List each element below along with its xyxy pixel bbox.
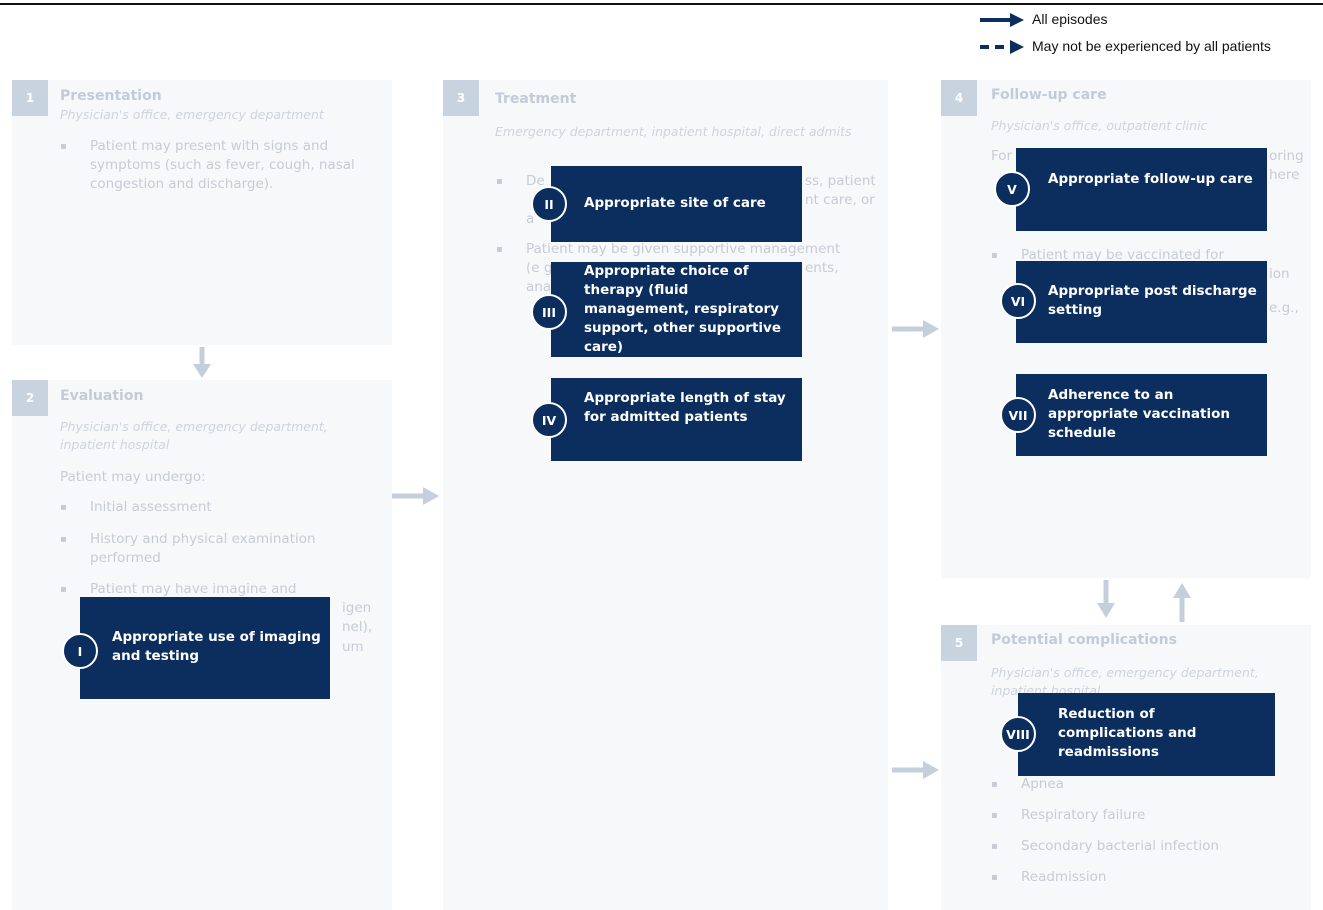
measure-box-ii: Appropriate site of care [551,166,802,242]
text-fragment: nel), [342,619,373,635]
measure-label: Appropriate follow-up care [1048,171,1253,187]
arrow-right-icon [892,761,939,779]
text-fragment: ents, [805,260,839,276]
text-fragment: here [1269,167,1300,183]
measure-box-iv: Appropriate length of stay for admitted … [551,378,802,461]
bullet: Secondary bacterial infection [991,837,1219,856]
dashed-arrow-icon [980,40,1024,54]
measure-numeral: VIII [1000,716,1036,752]
bullet: Respiratory failure [991,806,1145,825]
bullet: Patient may be given supportive manageme… [496,240,876,259]
panel-site: Emergency department, inpatient hospital… [495,124,852,139]
text-fragment: (e g [526,260,553,276]
measure-label: Appropriate site of care [584,195,766,211]
text-fragment: ss, patient [805,173,876,189]
arrow-down-icon [193,347,211,378]
bullet: History and physical examination perform… [60,530,370,568]
text-fragment: um [342,639,364,655]
step-number: 2 [12,380,48,416]
panel-presentation: 1 Presentation Physician's office, emerg… [12,80,392,345]
legend: All episodes May not be experienced by a… [980,10,1320,60]
arrow-right-icon [392,487,439,505]
step-number: 1 [12,80,48,116]
arrow-down-icon [1097,580,1115,618]
text-fragment: For [991,148,1013,164]
measure-box-viii: Reduction of complications and readmissi… [1018,693,1275,776]
step-number: 4 [941,80,977,116]
text-fragment: e.g., [1269,300,1299,316]
legend-dashed-label: May not be experienced by all patients [1032,38,1271,54]
text-fragment: nt care, or [805,192,875,208]
panel-site: Physician's office, outpatient clinic [991,118,1208,133]
measure-label: Appropriate post discharge setting [1048,283,1257,318]
measure-label: Appropriate choice of therapy (fluid man… [584,263,781,355]
arrow-right-icon [892,320,939,338]
measure-box-vi: Appropriate post discharge setting [1016,261,1267,343]
legend-solid-label: All episodes [1032,11,1108,27]
measure-label: Appropriate length of stay for admitted … [584,390,786,425]
measure-numeral: IV [531,402,567,438]
panel-title: Presentation [60,88,162,104]
measure-label: Reduction of complications and readmissi… [1058,706,1197,760]
measure-numeral: I [62,633,98,669]
measure-box-iii: Appropriate choice of therapy (fluid man… [551,262,802,357]
arrow-up-icon [1173,583,1191,622]
measure-numeral: V [994,171,1030,207]
bullet: Patient may present with signs and sympt… [60,137,382,194]
measure-label: Appropriate use of imaging and testing [112,629,321,664]
panel-title: Follow-up care [991,87,1107,103]
step-number: 5 [941,625,977,661]
text-fragment: ion [1269,266,1290,282]
legend-solid: All episodes [980,10,1320,30]
measure-numeral: III [531,294,567,330]
panel-title: Evaluation [60,388,144,404]
measure-numeral: VI [1000,283,1036,319]
top-rule [0,3,1323,5]
solid-arrow-icon [980,13,1024,27]
measure-box-vii: Adherence to an appropriate vaccination … [1016,374,1267,456]
panel-intro: Patient may undergo: [60,469,206,485]
text-fragment: igen [342,600,372,616]
measure-numeral: II [531,186,567,222]
text-fragment: oring [1269,148,1304,164]
bullet: Readmission [991,868,1107,887]
panel-site: Physician's office, emergency department [60,107,324,122]
bullet: Apnea [991,775,1064,794]
panel-title: Treatment [495,91,577,107]
measure-box-i: Appropriate use of imaging and testing [80,597,330,699]
bullet: Initial assessment [60,498,370,517]
panel-site: Physician's office, emergency department… [60,419,328,452]
panel-title: Potential complications [991,632,1177,648]
measure-label: Adherence to an appropriate vaccination … [1048,387,1230,441]
measure-box-v: Appropriate follow-up care [1016,148,1267,231]
legend-dashed: May not be experienced by all patients [980,37,1320,57]
measure-numeral: VII [1000,397,1036,433]
step-number: 3 [443,80,479,116]
